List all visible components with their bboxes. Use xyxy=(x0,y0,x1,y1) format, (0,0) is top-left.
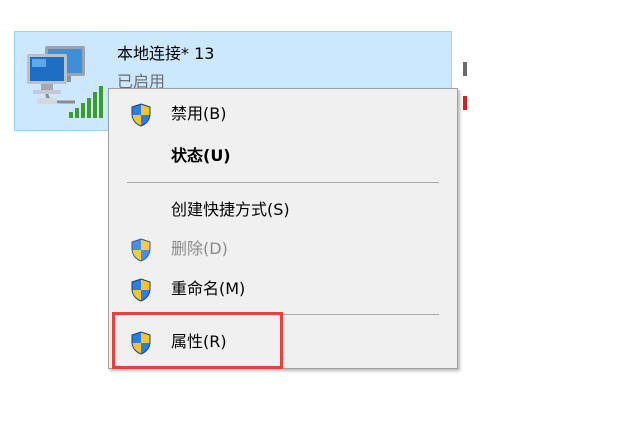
network-adapter-icon xyxy=(27,46,103,118)
uac-shield-icon xyxy=(130,103,152,127)
annotation-highlight-box xyxy=(112,312,283,369)
uac-shield-icon xyxy=(130,278,152,302)
menu-item-delete: 删除(D) xyxy=(111,232,455,266)
menu-item-label: 禁用(B) xyxy=(171,104,227,123)
menu-item-disable[interactable]: 禁用(B) xyxy=(111,97,455,131)
menu-item-rename[interactable]: 重命名(M) xyxy=(111,272,455,306)
menu-item-label: 删除(D) xyxy=(171,239,228,258)
screen: 本地连接* 13 已启用 禁用(B) 状态(U) 创建快捷方式(S) 删除(D)… xyxy=(0,0,631,436)
menu-separator xyxy=(127,182,439,183)
uac-shield-icon xyxy=(130,238,152,262)
menu-item-label: 重命名(M) xyxy=(171,279,246,298)
menu-item-label: 创建快捷方式(S) xyxy=(171,200,290,219)
menu-item-status[interactable]: 状态(U) xyxy=(111,139,455,173)
adjacent-item-fragment-red xyxy=(463,96,467,110)
adapter-name: 本地连接* 13 xyxy=(117,44,215,63)
adjacent-item-fragment xyxy=(463,62,467,76)
menu-item-label: 状态(U) xyxy=(171,146,231,165)
menu-item-create-shortcut[interactable]: 创建快捷方式(S) xyxy=(111,193,455,227)
